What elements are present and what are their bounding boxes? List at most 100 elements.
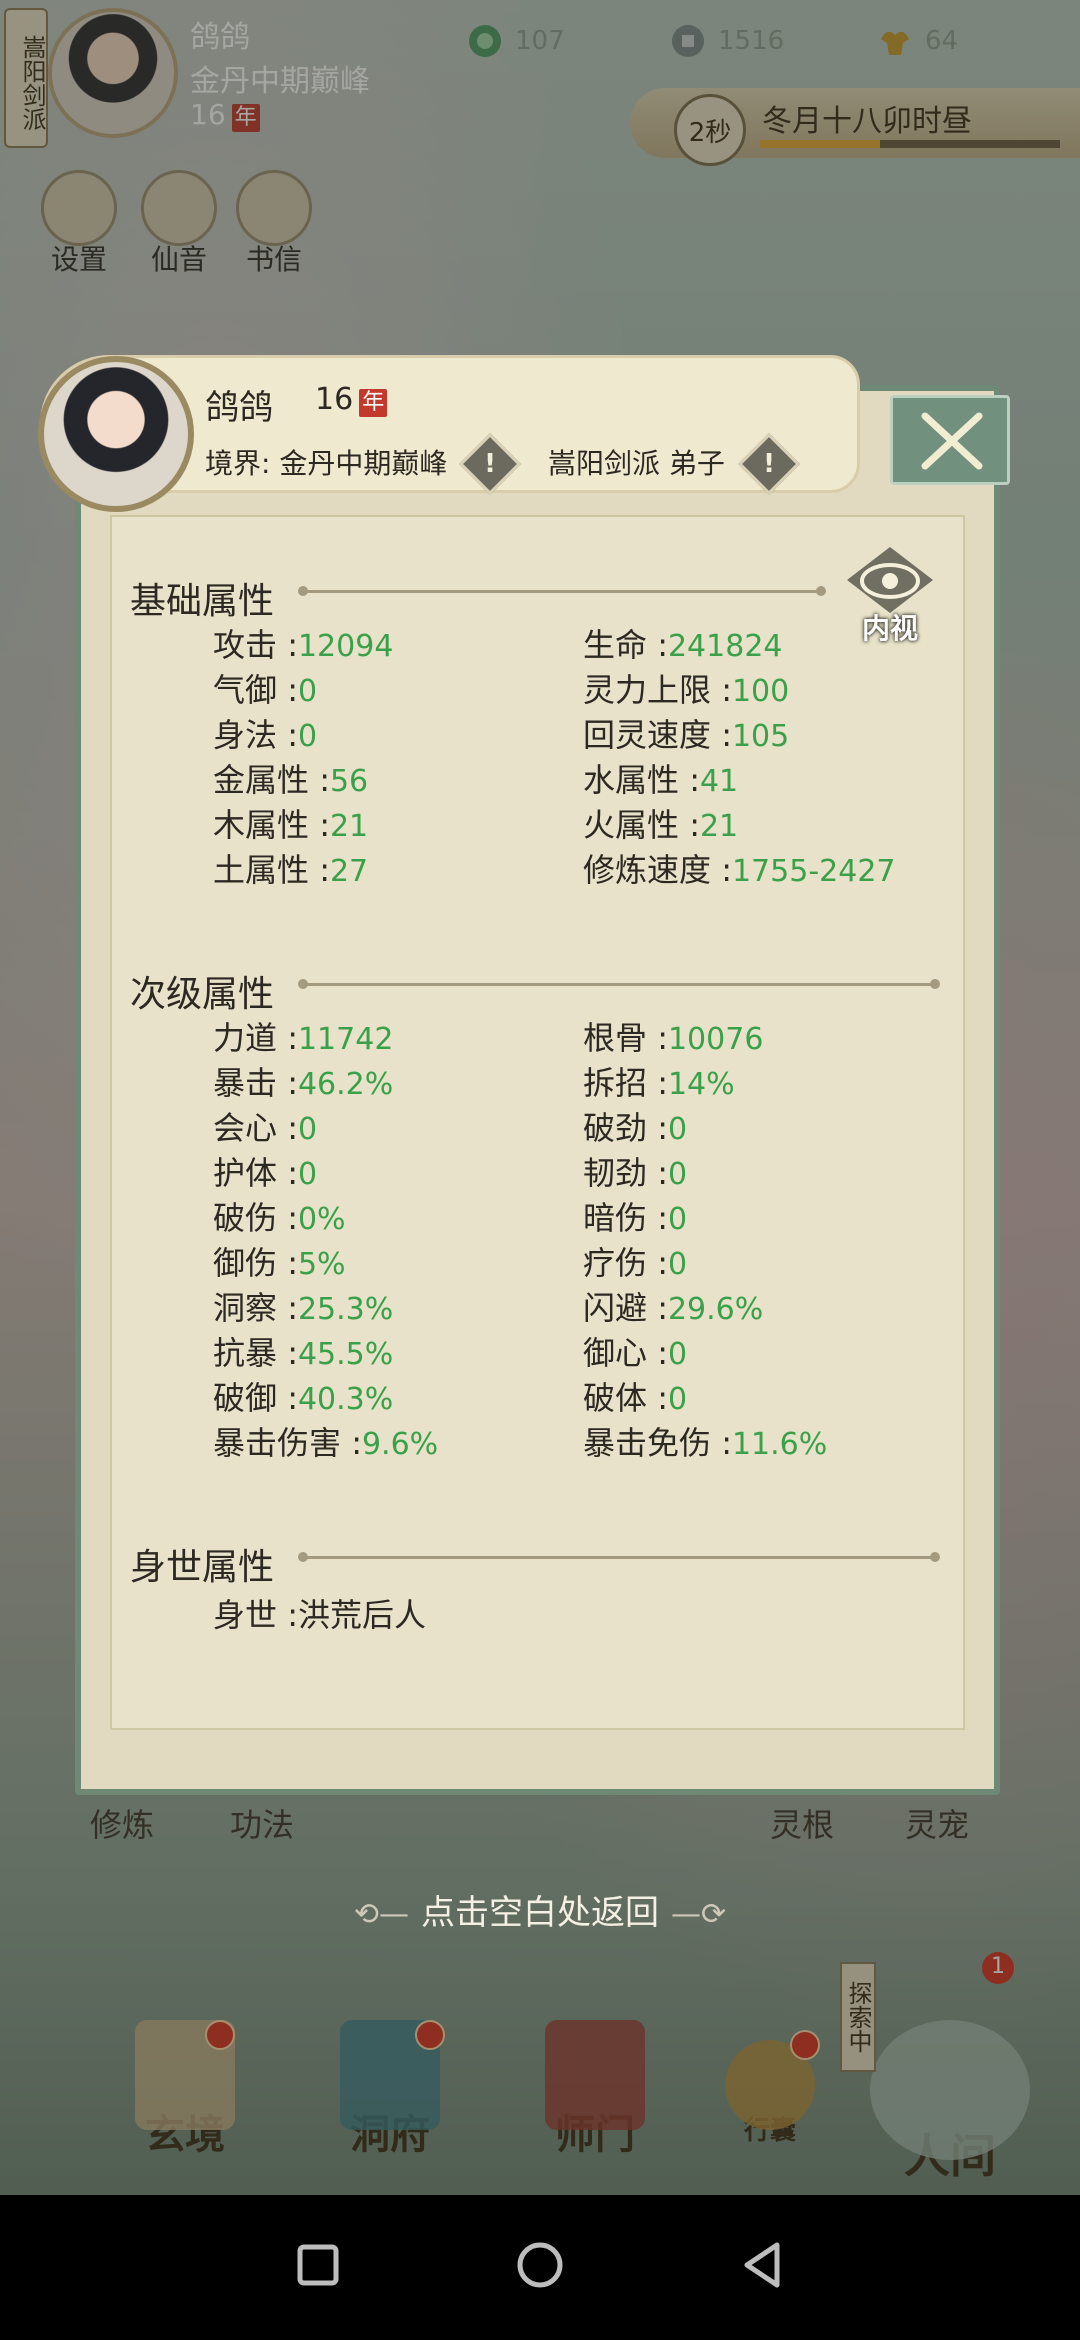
stat-row: 气御 :0: [213, 671, 318, 709]
stat-value: 0: [297, 719, 318, 754]
stat-value: 0: [667, 1337, 688, 1372]
stat-value: 0: [297, 1112, 318, 1147]
panel-age-value: 16: [315, 382, 354, 417]
panel-avatar: [38, 356, 194, 512]
realm-label: 境界: [205, 447, 262, 480]
stat-value: 9.6%: [361, 1427, 439, 1462]
stat-row: 破御 :40.3%: [213, 1379, 394, 1417]
stat-row: 灵力上限 :100: [583, 671, 790, 709]
close-button[interactable]: [890, 395, 1010, 485]
section-title-basic: 基础属性: [130, 581, 275, 622]
stat-label: 护体: [213, 1154, 278, 1192]
recent-apps-icon[interactable]: [288, 2235, 348, 2295]
stat-label: 会心: [213, 1109, 278, 1147]
return-hint-text: 点击空白处返回: [421, 1893, 659, 1933]
stat-label: 灵力上限: [583, 671, 712, 709]
stat-row: 水属性 :41: [583, 761, 739, 799]
stat-origin: 身世 :洪荒后人: [213, 1596, 426, 1634]
stat-label: 根骨: [583, 1019, 648, 1057]
stat-row: 木属性 :21: [213, 806, 369, 844]
realm-value: 金丹中期巅峰: [279, 447, 448, 480]
stat-label: 生命: [583, 626, 648, 664]
section-title-origin: 身世属性: [130, 1547, 275, 1588]
stat-value: 0: [667, 1157, 688, 1192]
stat-value: 洪荒后人: [297, 1596, 426, 1634]
stat-row: 力道 :11742: [213, 1019, 394, 1057]
panel-sect: 嵩阳剑派 弟子: [548, 447, 725, 480]
stat-label: 身世: [213, 1596, 278, 1634]
stat-value: 105: [731, 719, 790, 754]
back-icon[interactable]: [733, 2235, 793, 2295]
stat-value: 0: [667, 1202, 688, 1237]
stat-value: 1755-2427: [731, 854, 896, 889]
stat-row: 暴击免伤 :11.6%: [583, 1424, 828, 1462]
stat-value: 25.3%: [297, 1292, 394, 1327]
stat-row: 身法 :0: [213, 716, 318, 754]
stat-row: 韧劲 :0: [583, 1154, 688, 1192]
year-badge: 年: [359, 389, 388, 417]
stat-label: 力道: [213, 1019, 278, 1057]
stat-label: 破劲: [583, 1109, 648, 1147]
stat-value: 0: [667, 1247, 688, 1282]
stat-row: 金属性 :56: [213, 761, 369, 799]
stat-row: 破伤 :0%: [213, 1199, 346, 1237]
stat-label: 土属性: [213, 851, 310, 889]
stat-label: 御伤: [213, 1244, 278, 1282]
stat-value: 11742: [297, 1022, 394, 1057]
stat-row: 破体 :0: [583, 1379, 688, 1417]
inner-view-label: 内视: [861, 612, 918, 645]
stat-value: 41: [699, 764, 739, 799]
close-icon: [921, 412, 983, 470]
stat-label: 暴击: [213, 1064, 278, 1102]
panel-age: 16 年: [315, 382, 388, 417]
stat-value: 100: [731, 674, 790, 709]
stat-row: 生命 :241824: [583, 626, 783, 664]
stat-label: 疗伤: [583, 1244, 648, 1282]
stat-label: 洞察: [213, 1289, 278, 1327]
stat-value: 0: [297, 674, 318, 709]
stat-label: 火属性: [583, 806, 680, 844]
inner-view-button[interactable]: 内视: [843, 545, 937, 645]
stat-value: 241824: [667, 629, 783, 664]
stat-value: 45.5%: [297, 1337, 394, 1372]
stat-row: 抗暴 :45.5%: [213, 1334, 394, 1372]
section-divider: [298, 1552, 940, 1562]
return-hint[interactable]: ⟲— 点击空白处返回 —⟳: [0, 1885, 1080, 1934]
stat-value: 0: [667, 1382, 688, 1417]
stat-row: 洞察 :25.3%: [213, 1289, 394, 1327]
stat-label: 御心: [583, 1334, 648, 1372]
panel-name: 鸽鸽: [205, 388, 273, 428]
stat-label: 破伤: [213, 1199, 278, 1237]
home-icon[interactable]: [510, 2235, 570, 2295]
stat-value: 27: [329, 854, 369, 889]
stat-value: 0%: [297, 1202, 346, 1237]
stat-label: 闪避: [583, 1289, 648, 1327]
stat-row: 暴击 :46.2%: [213, 1064, 394, 1102]
stat-label: 金属性: [213, 761, 310, 799]
stat-row: 闪避 :29.6%: [583, 1289, 764, 1327]
stat-value: 40.3%: [297, 1382, 394, 1417]
panel-realm: 境界: 金丹中期巅峰: [205, 447, 448, 480]
stat-value: 46.2%: [297, 1067, 394, 1102]
stat-row: 土属性 :27: [213, 851, 369, 889]
swirl-right-icon: —⟳: [671, 1897, 727, 1932]
stat-value: 12094: [297, 629, 394, 664]
stat-label: 拆招: [583, 1064, 648, 1102]
stat-label: 水属性: [583, 761, 680, 799]
stat-row: 火属性 :21: [583, 806, 739, 844]
stat-row: 回灵速度 :105: [583, 716, 790, 754]
section-divider: [298, 979, 940, 989]
stat-label: 暴击免伤: [583, 1424, 712, 1462]
stat-value: 11.6%: [731, 1427, 828, 1462]
stat-label: 破体: [583, 1379, 648, 1417]
stat-value: 56: [329, 764, 369, 799]
stat-value: 21: [699, 809, 739, 844]
stat-value: 10076: [667, 1022, 764, 1057]
stat-row: 护体 :0: [213, 1154, 318, 1192]
stat-row: 拆招 :14%: [583, 1064, 735, 1102]
stat-label: 暴击伤害: [213, 1424, 342, 1462]
stat-row: 修炼速度 :1755-2427: [583, 851, 896, 889]
stat-row: 暴击伤害 :9.6%: [213, 1424, 439, 1462]
stat-value: 21: [329, 809, 369, 844]
stat-label: 木属性: [213, 806, 310, 844]
